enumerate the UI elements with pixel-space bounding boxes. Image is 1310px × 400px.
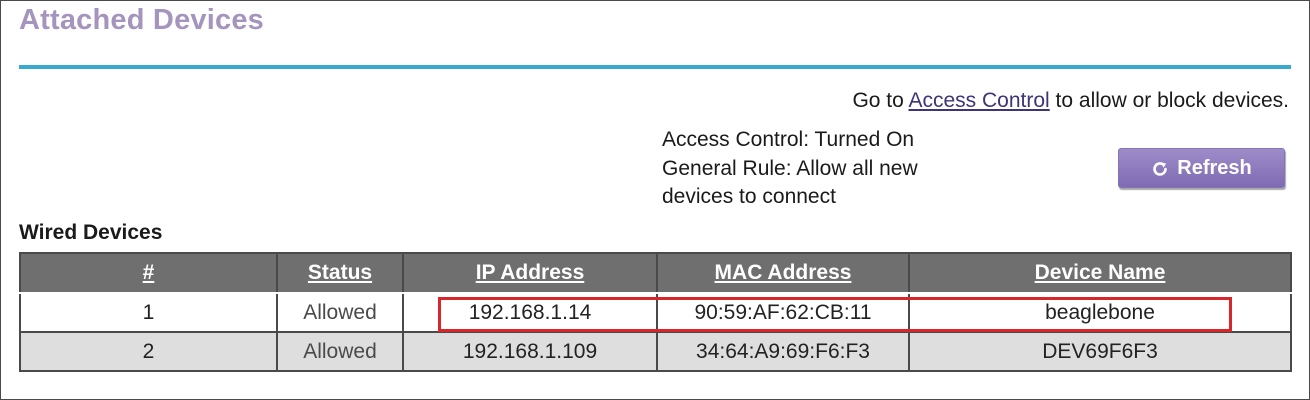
refresh-button-label: Refresh [1177, 156, 1252, 179]
page-title: Attached Devices [19, 4, 264, 36]
device-name-cell: DEV69F6F3 [908, 331, 1292, 372]
column-header-status-label[interactable]: Status [308, 261, 372, 284]
refresh-button[interactable]: Refresh [1118, 148, 1285, 188]
column-header-number-label[interactable]: # [143, 261, 155, 284]
column-header-number[interactable]: # [19, 252, 278, 294]
access-control-link[interactable]: Access Control [909, 89, 1050, 112]
title-divider [19, 65, 1291, 69]
page-frame: Attached Devices Go to Access Control to… [0, 0, 1310, 400]
column-header-ip[interactable]: IP Address [402, 252, 658, 294]
ip-address-cell: 192.168.1.14 [402, 292, 658, 333]
column-header-device-name[interactable]: Device Name [908, 252, 1292, 294]
mac-address-cell: 34:64:A9:69:F6:F3 [656, 331, 910, 372]
status-cell: Allowed [276, 292, 404, 333]
row-number-cell: 2 [19, 331, 278, 372]
device-name-cell: beaglebone [908, 292, 1292, 333]
status-cell: Allowed [276, 331, 404, 372]
column-header-device-name-label[interactable]: Device Name [1035, 261, 1166, 284]
column-header-mac[interactable]: MAC Address [656, 252, 910, 294]
access-hint-prefix: Go to [852, 89, 909, 112]
access-control-hint: Go to Access Control to allow or block d… [852, 89, 1289, 113]
ip-address-cell: 192.168.1.109 [402, 331, 658, 372]
mac-address-cell: 90:59:AF:62:CB:11 [656, 292, 910, 333]
refresh-icon [1153, 161, 1168, 176]
table-row: 1 Allowed 192.168.1.14 90:59:AF:62:CB:11… [19, 292, 1292, 333]
table-header-row: # Status IP Address MAC Address Device N… [19, 252, 1292, 294]
access-hint-suffix: to allow or block devices. [1049, 89, 1289, 112]
wired-devices-heading: Wired Devices [19, 221, 163, 244]
wired-devices-table: # Status IP Address MAC Address Device N… [19, 252, 1292, 372]
column-header-status[interactable]: Status [276, 252, 404, 294]
table-row: 2 Allowed 192.168.1.109 34:64:A9:69:F6:F… [19, 331, 1292, 372]
row-number-cell: 1 [19, 292, 278, 333]
general-rule-line2: devices to connect [662, 185, 836, 208]
column-header-mac-label[interactable]: MAC Address [715, 261, 852, 284]
access-control-status: Access Control: Turned On [662, 128, 915, 151]
access-status-block: Access Control: Turned On General Rule: … [662, 126, 982, 212]
general-rule-line1: General Rule: Allow all new [662, 156, 918, 180]
column-header-ip-label[interactable]: IP Address [476, 261, 585, 284]
